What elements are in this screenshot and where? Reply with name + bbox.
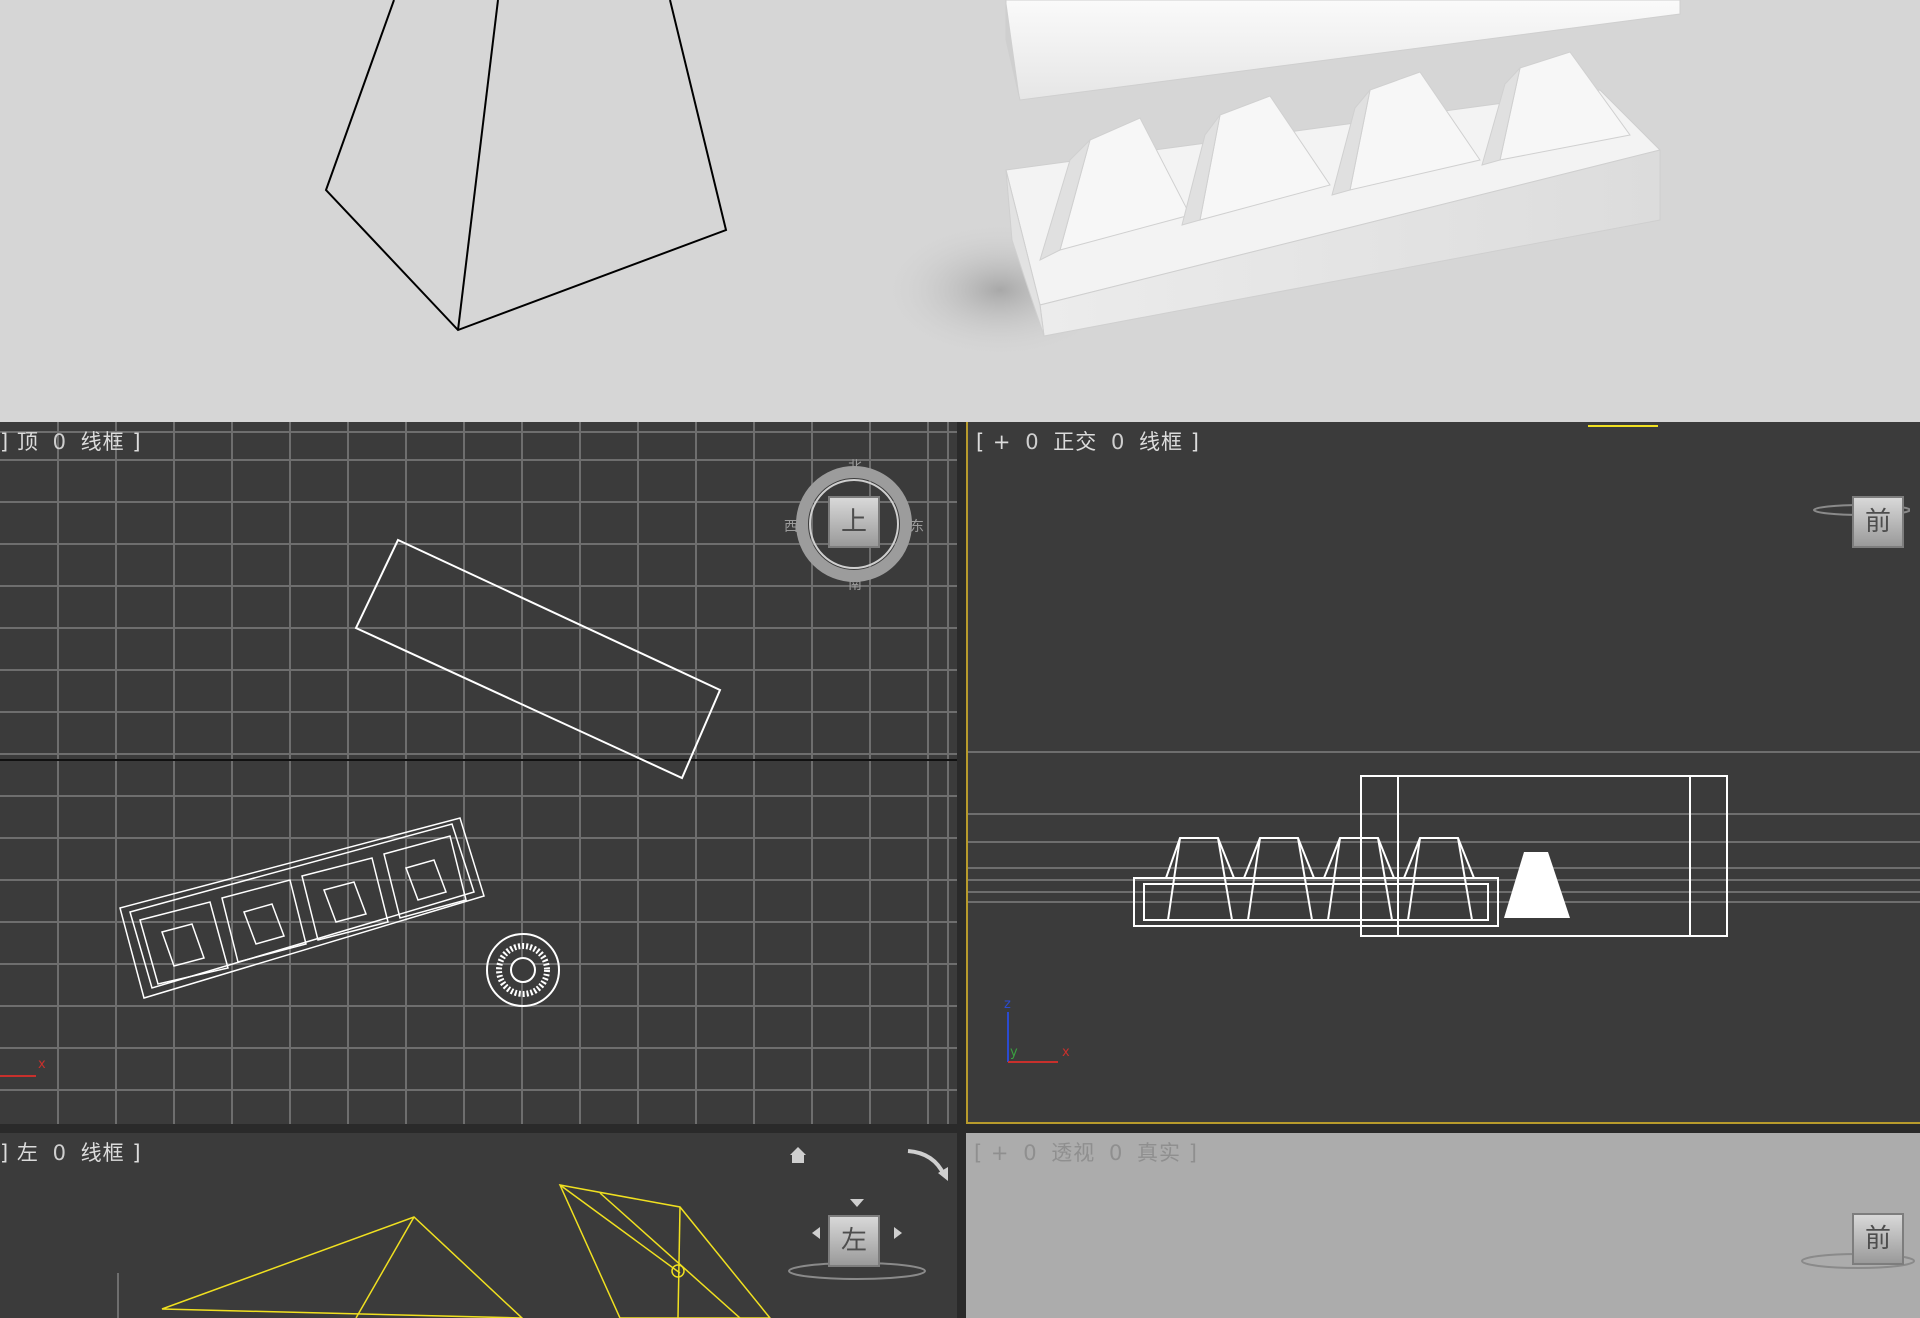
viewport-top[interactable]: x ] 顶 0 线框 ] 上 北 南 西 东 bbox=[0, 422, 957, 1124]
front-axis-z-label: z bbox=[1004, 997, 1011, 1012]
front-axis-y-label: y bbox=[1010, 1045, 1018, 1060]
viewport-perspective[interactable]: [ + 0 透视 0 真实 ] 前 bbox=[966, 1133, 1920, 1318]
viewport-menu-plus[interactable]: + bbox=[991, 1141, 1010, 1165]
label-separator: 0 bbox=[52, 430, 67, 454]
label-bracket: ] bbox=[0, 1141, 10, 1165]
viewport-shading-mode[interactable]: 线框 bbox=[81, 1141, 125, 1165]
viewcube-top[interactable]: 上 北 南 西 东 bbox=[784, 459, 924, 593]
rotate-arrow-icon[interactable] bbox=[904, 1143, 952, 1183]
front-viewport-canvas[interactable]: z y x bbox=[968, 422, 1920, 1124]
label-separator: 0 bbox=[1023, 1141, 1038, 1165]
viewport-label-front[interactable]: [ + 0 正交 0 线框 ] bbox=[976, 426, 1200, 456]
compass-west[interactable]: 西 bbox=[784, 516, 798, 536]
viewcube-face-top[interactable]: 上 bbox=[828, 496, 880, 548]
compass-east[interactable]: 东 bbox=[910, 516, 924, 536]
viewport-label-top[interactable]: ] 顶 0 线框 ] bbox=[0, 426, 142, 456]
viewport-shading-mode[interactable]: 线框 bbox=[81, 430, 125, 454]
top-axis-x-label: x bbox=[38, 1057, 46, 1072]
label-bracket: ] bbox=[1190, 430, 1200, 454]
home-icon[interactable] bbox=[788, 1145, 808, 1165]
compass-north[interactable]: 北 bbox=[848, 456, 862, 476]
label-separator: 0 bbox=[1025, 430, 1040, 454]
viewport-name[interactable]: 顶 bbox=[17, 430, 39, 454]
compass-south[interactable]: 南 bbox=[848, 574, 862, 594]
label-bracket: [ bbox=[974, 1141, 984, 1165]
label-separator: 0 bbox=[1110, 430, 1126, 454]
label-separator: 0 bbox=[52, 1141, 67, 1165]
viewport-front[interactable]: z y x [ + 0 正交 0 线框 ] 前 bbox=[966, 422, 1920, 1124]
viewport-shading-mode[interactable]: 线框 bbox=[1139, 430, 1183, 454]
viewcube-face-perspective[interactable]: 前 bbox=[1852, 1213, 1904, 1265]
viewport-left[interactable]: ] 左 0 线框 ] 左 bbox=[0, 1133, 957, 1318]
viewport-name[interactable]: 正交 bbox=[1053, 430, 1097, 454]
viewport-splitter-vertical[interactable] bbox=[957, 422, 966, 1318]
viewport-label-perspective[interactable]: [ + 0 透视 0 真实 ] bbox=[974, 1137, 1198, 1167]
viewport-label-left[interactable]: ] 左 0 线框 ] bbox=[0, 1137, 142, 1167]
label-bracket: ] bbox=[132, 1141, 142, 1165]
viewport-name[interactable]: 左 bbox=[17, 1141, 39, 1165]
viewcube-face-left[interactable]: 左 bbox=[828, 1215, 880, 1267]
viewport-shading-mode[interactable]: 真实 bbox=[1137, 1141, 1181, 1165]
render-preview bbox=[0, 0, 1920, 422]
label-separator: 0 bbox=[1108, 1141, 1124, 1165]
front-axis-x-label: x bbox=[1062, 1045, 1070, 1060]
viewcube-face-front[interactable]: 前 bbox=[1852, 496, 1904, 548]
label-bracket: ] bbox=[132, 430, 142, 454]
viewport-name[interactable]: 透视 bbox=[1051, 1141, 1095, 1165]
viewport-menu-plus[interactable]: + bbox=[993, 430, 1012, 454]
viewport-splitter-horizontal[interactable] bbox=[0, 1124, 1920, 1133]
label-bracket: [ bbox=[976, 430, 986, 454]
render-illustration bbox=[324, 0, 1681, 360]
label-bracket: ] bbox=[0, 430, 10, 454]
label-bracket: ] bbox=[1188, 1141, 1198, 1165]
